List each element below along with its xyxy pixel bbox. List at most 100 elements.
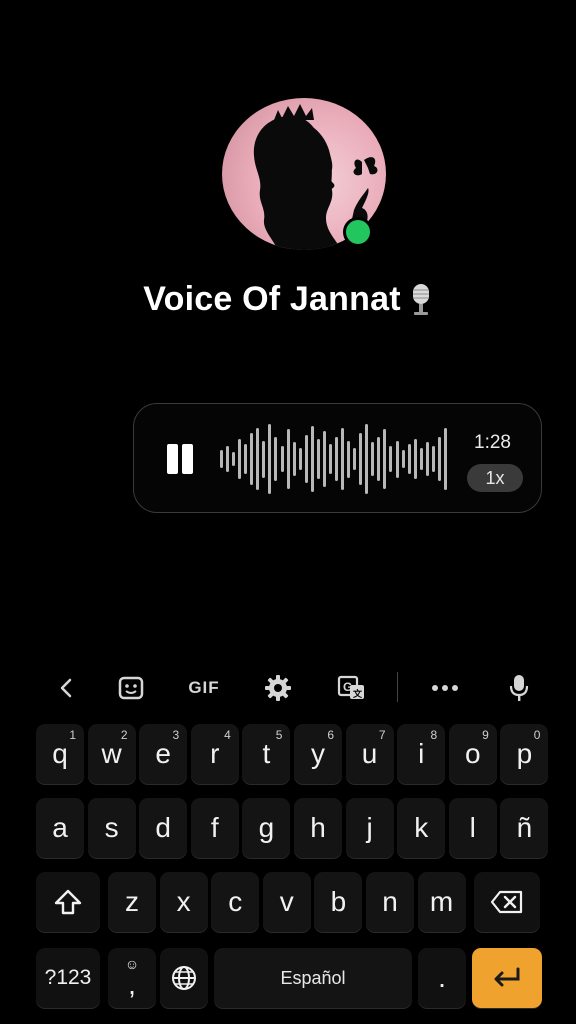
comma-key[interactable]: ☺ , xyxy=(108,948,156,1008)
key-label: p xyxy=(516,738,533,769)
toolbar-divider xyxy=(397,672,398,702)
key-ñ[interactable]: ñ xyxy=(500,798,549,858)
audio-waveform[interactable] xyxy=(220,422,450,496)
backspace-key[interactable] xyxy=(474,872,540,932)
gif-button[interactable]: GIF xyxy=(180,670,228,706)
key-label: t xyxy=(262,738,271,769)
waveform-bar xyxy=(401,449,405,469)
waveform-bar xyxy=(256,427,260,491)
waveform-bar xyxy=(304,434,308,484)
waveform-bar xyxy=(286,429,290,489)
chat-screen: Voice Of Jannat 1:28 1x GIF G 文 1 q 2 w … xyxy=(0,0,576,1024)
waveform-bar xyxy=(262,440,266,478)
key-s[interactable]: s xyxy=(87,798,136,858)
waveform-bar xyxy=(280,446,284,472)
key-i[interactable]: 8i xyxy=(397,724,446,784)
key-c[interactable]: c xyxy=(211,872,260,932)
key-f[interactable]: f xyxy=(190,798,239,858)
waveform-bar xyxy=(413,438,417,480)
key-q[interactable]: 1q xyxy=(36,724,84,784)
microphone-icon[interactable] xyxy=(504,670,534,706)
globe-icon xyxy=(172,966,196,990)
emoji-smile-icon: ☺ xyxy=(124,956,140,972)
key-number-hint: 2 xyxy=(120,728,128,742)
key-z[interactable]: z xyxy=(108,872,156,932)
pause-icon-bar-left xyxy=(167,444,178,474)
keyboard-toolbar: GIF G 文 xyxy=(0,660,576,716)
waveform-bar xyxy=(292,442,296,476)
key-h[interactable]: h xyxy=(294,798,342,858)
key-label: e xyxy=(155,738,171,769)
waveform-bar xyxy=(250,433,254,485)
waveform-bar xyxy=(365,423,369,495)
waveform-bar xyxy=(431,446,435,472)
waveform-bar xyxy=(371,442,375,476)
key-number-hint: 8 xyxy=(430,728,438,742)
playback-speed-button[interactable]: 1x xyxy=(467,464,523,492)
waveform-bar xyxy=(407,444,411,474)
key-number-hint: 4 xyxy=(224,728,231,742)
key-label: w xyxy=(101,738,122,769)
online-status-dot xyxy=(343,217,373,247)
key-m[interactable]: m xyxy=(417,872,466,932)
waveform-bar xyxy=(353,447,357,471)
pause-button[interactable] xyxy=(164,444,196,478)
enter-key[interactable] xyxy=(472,948,542,1008)
key-label: r xyxy=(210,738,220,769)
key-label: o xyxy=(465,738,481,769)
key-number-hint: 0 xyxy=(533,728,541,742)
voice-message-bubble[interactable]: 1:28 1x xyxy=(133,403,542,513)
gear-icon[interactable] xyxy=(262,670,294,706)
waveform-bar xyxy=(359,433,363,485)
key-k[interactable]: k xyxy=(397,798,446,858)
key-x[interactable]: x xyxy=(159,872,208,932)
more-horizontal-icon[interactable] xyxy=(428,670,462,706)
key-u[interactable]: 7u xyxy=(345,724,394,784)
key-o[interactable]: 9o xyxy=(448,724,497,784)
space-key[interactable]: Español xyxy=(214,948,412,1008)
waveform-bar xyxy=(347,440,351,478)
key-y[interactable]: 6y xyxy=(294,724,342,784)
key-d[interactable]: d xyxy=(139,798,188,858)
period-key[interactable]: . xyxy=(418,948,466,1008)
waveform-bar xyxy=(316,438,320,480)
key-label: q xyxy=(52,738,68,769)
svg-text:文: 文 xyxy=(352,688,363,699)
waveform-bar xyxy=(220,449,223,469)
key-r[interactable]: 4r xyxy=(190,724,239,784)
backspace-icon xyxy=(490,890,523,914)
translate-icon[interactable]: G 文 xyxy=(334,670,370,706)
shift-key[interactable] xyxy=(36,872,100,932)
key-number-hint: 3 xyxy=(172,728,180,742)
waveform-bar xyxy=(389,446,393,472)
key-j[interactable]: j xyxy=(345,798,394,858)
key-n[interactable]: n xyxy=(366,872,414,932)
waveform-bar xyxy=(383,429,387,489)
key-e[interactable]: 3e xyxy=(139,724,188,784)
key-label: i xyxy=(418,738,425,769)
waveform-bar xyxy=(298,447,302,471)
waveform-bar xyxy=(232,451,236,467)
waveform-bar xyxy=(244,444,248,474)
symbols-key[interactable]: ?123 xyxy=(36,948,100,1008)
waveform-bar xyxy=(238,438,242,480)
waveform-bar xyxy=(328,444,332,474)
key-b[interactable]: b xyxy=(314,872,363,932)
key-w[interactable]: 2w xyxy=(87,724,136,784)
key-g[interactable]: g xyxy=(242,798,291,858)
waveform-bar xyxy=(322,431,326,487)
profile-name-text: Voice Of Jannat xyxy=(143,280,401,318)
key-l[interactable]: l xyxy=(448,798,497,858)
key-number-hint: 5 xyxy=(275,728,283,742)
key-v[interactable]: v xyxy=(262,872,311,932)
sticker-icon[interactable] xyxy=(114,670,148,706)
shift-icon xyxy=(54,889,82,915)
waveform-bar xyxy=(395,440,399,478)
chevron-left-icon[interactable] xyxy=(50,670,82,706)
language-globe-key[interactable] xyxy=(160,948,208,1008)
key-a[interactable]: a xyxy=(36,798,84,858)
voice-duration: 1:28 xyxy=(474,432,511,453)
key-t[interactable]: 5t xyxy=(242,724,291,784)
enter-icon xyxy=(494,967,520,987)
key-p[interactable]: 0p xyxy=(500,724,549,784)
